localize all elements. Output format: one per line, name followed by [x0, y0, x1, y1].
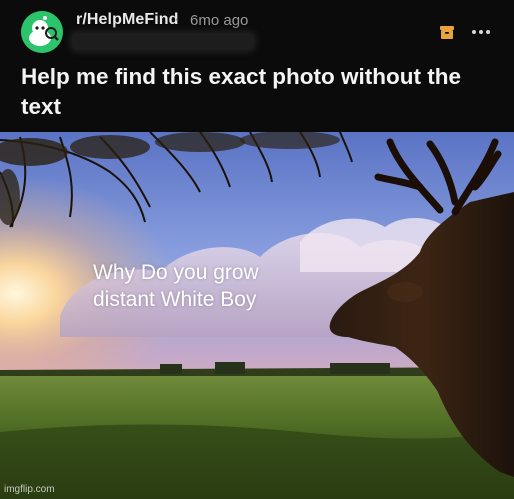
more-options-icon[interactable] — [470, 22, 492, 42]
meme-caption-line-2: distant White Boy — [93, 288, 257, 311]
subreddit-name[interactable]: r/HelpMeFind — [76, 11, 179, 29]
redacted-username — [72, 33, 254, 50]
post-title[interactable]: Help me find this exact photo without th… — [21, 62, 501, 122]
archive-icon — [439, 24, 455, 40]
meme-caption-line-1: Why Do you grow — [93, 261, 259, 284]
reddit-post: r/HelpMeFind · 6mo ago Help me find this… — [0, 0, 514, 499]
subreddit-avatar-icon[interactable] — [21, 11, 63, 53]
post-image[interactable]: Why Do you grow distant White Boy imgfli… — [0, 132, 514, 499]
meta-separator: · — [174, 11, 180, 28]
post-header: r/HelpMeFind · 6mo ago Help me find this… — [0, 0, 514, 132]
post-age: 6mo ago — [190, 12, 249, 29]
imgflip-watermark: imgflip.com — [4, 484, 55, 495]
meme-photo — [0, 132, 514, 499]
